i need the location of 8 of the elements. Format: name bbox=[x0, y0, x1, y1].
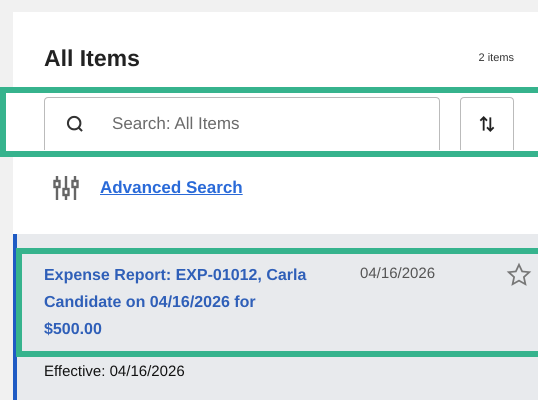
advanced-search-link[interactable]: Advanced Search bbox=[100, 178, 243, 198]
search-field[interactable]: Search: All Items bbox=[44, 97, 440, 150]
page-title: All Items bbox=[44, 44, 140, 72]
item-title-link[interactable]: Expense Report: EXP-01012, Carla Candidate on 04/16/2026 for $500.00 bbox=[44, 262, 316, 343]
item-date: 04/16/2026 bbox=[360, 265, 436, 282]
effective-date: Effective: 04/16/2026 bbox=[43, 362, 186, 380]
item-count: 2 items bbox=[478, 52, 514, 64]
list-item[interactable]: Expense Report: EXP-01012, Carla Candidate on 04/16/2026 for $500.00 04/16/2026 Effective: 04/16/2026 bbox=[13, 234, 538, 400]
